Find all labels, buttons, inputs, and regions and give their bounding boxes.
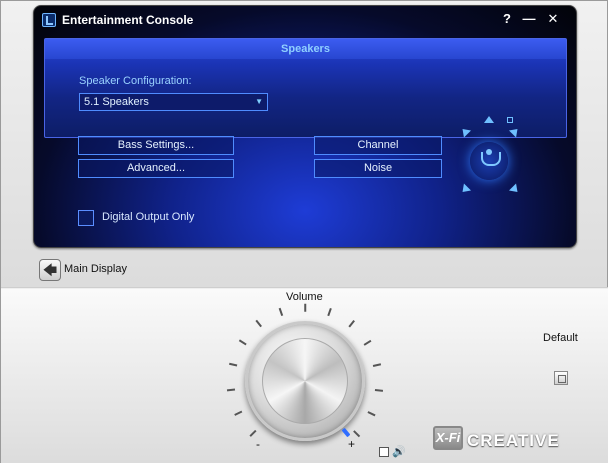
title-bar: Entertainment Console ? — ✕	[34, 6, 576, 34]
default-button[interactable]	[554, 371, 568, 385]
xfi-logo: X-Fi	[433, 426, 463, 450]
front-right-speaker-icon[interactable]	[508, 125, 522, 138]
rear-left-speaker-icon[interactable]	[458, 183, 472, 196]
volume-knob-area	[225, 301, 385, 461]
volume-tick	[234, 411, 243, 417]
volume-tick	[228, 363, 237, 367]
subwoofer-icon[interactable]	[507, 117, 513, 123]
mute-checkbox[interactable]	[379, 447, 389, 457]
volume-tick	[238, 339, 247, 346]
advanced-button[interactable]: Advanced...	[78, 159, 234, 178]
creative-logo: CREATIVE	[467, 431, 560, 450]
speaker-icon: 🔊	[392, 446, 406, 458]
speaker-config-value: 5.1 Speakers	[84, 96, 149, 108]
volume-min-label: -	[256, 437, 260, 451]
arrow-left-icon: 🡄	[42, 262, 58, 278]
main-display-label: Main Display	[64, 263, 127, 275]
volume-tick	[373, 363, 382, 367]
app-logo-icon	[42, 13, 56, 27]
digital-output-checkbox[interactable]	[78, 210, 94, 226]
bass-settings-button[interactable]: Bass Settings...	[78, 136, 234, 155]
volume-tick	[327, 307, 332, 316]
center-speaker-icon[interactable]	[484, 116, 494, 123]
speaker-config-label: Speaker Configuration:	[79, 75, 192, 87]
default-label: Default	[543, 332, 578, 344]
volume-tick	[363, 339, 372, 346]
help-button[interactable]: ?	[498, 10, 516, 28]
volume-tick	[278, 307, 283, 316]
rear-right-speaker-icon[interactable]	[508, 183, 522, 196]
volume-tick	[374, 388, 383, 392]
front-left-speaker-icon[interactable]	[458, 125, 472, 138]
window-title: Entertainment Console	[62, 13, 194, 27]
noise-button[interactable]: Noise	[314, 159, 442, 178]
volume-tick	[304, 303, 306, 312]
dark-display-panel: Entertainment Console ? — ✕ Speakers Spe…	[33, 5, 577, 248]
minimize-button[interactable]: —	[520, 10, 538, 28]
volume-indicator	[341, 427, 351, 438]
close-button[interactable]: ✕	[544, 10, 562, 28]
volume-tick	[348, 320, 355, 328]
volume-max-label: +	[348, 437, 356, 451]
channel-button[interactable]: Channel	[314, 136, 442, 155]
digital-output-label: Digital Output Only	[102, 211, 195, 223]
listener-icon	[470, 142, 508, 180]
volume-tick	[367, 411, 376, 417]
volume-knob-face	[262, 338, 348, 424]
volume-knob[interactable]	[245, 321, 365, 441]
chevron-down-icon: ▼	[255, 97, 263, 106]
entertainment-console-window: Entertainment Console ? — ✕ Speakers Spe…	[0, 0, 608, 463]
speakers-header: Speakers	[45, 39, 566, 59]
speaker-config-dropdown[interactable]: 5.1 Speakers ▼	[79, 93, 268, 111]
volume-tick	[255, 320, 262, 328]
volume-tick	[227, 388, 236, 392]
speaker-position-diagram	[448, 114, 528, 200]
main-display-back-button[interactable]: 🡄	[39, 259, 61, 281]
